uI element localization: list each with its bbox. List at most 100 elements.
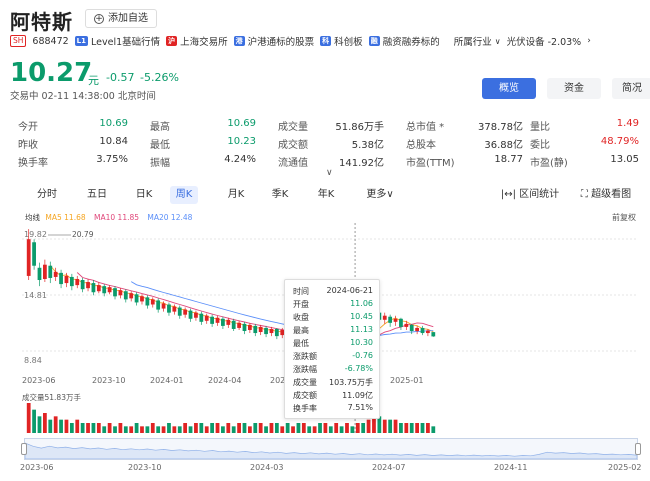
candle-body (177, 307, 182, 316)
tag-3[interactable]: 科科创板 (320, 34, 363, 48)
volume-bar (118, 423, 123, 433)
volume-bar (247, 426, 252, 433)
chevron-down-icon: ∨ (494, 36, 501, 46)
tooltip-key: 最低 (293, 339, 309, 348)
ma-legend: 均线 MA5 11.68 MA10 11.85 MA20 12.48 (25, 212, 192, 223)
tag-4[interactable]: 融融资融券标的 (368, 34, 440, 48)
stat-value: 10.84 (99, 136, 128, 147)
tooltip-row: 涨跌额 -0.76 (293, 351, 373, 363)
candle-body (107, 287, 112, 293)
candle-body (199, 313, 204, 322)
period-tab-5[interactable]: 季K (266, 186, 294, 204)
tag-2[interactable]: 港沪港通标的股票 (233, 34, 314, 48)
stat-label: 振幅 (150, 158, 170, 169)
period-tab-7[interactable]: 更多∨ (362, 186, 398, 204)
stat-value: 1.49 (616, 118, 639, 129)
super-chart-button[interactable]: ⛶ 超级看图 (576, 186, 636, 204)
tooltip-key: 成交量 (293, 378, 317, 387)
navigator-series (25, 442, 637, 459)
candle-body (118, 290, 123, 296)
tooltip-key: 涨跌额 (293, 352, 317, 361)
chart-navigator[interactable] (21, 438, 641, 460)
volume-bar (204, 426, 209, 433)
candle-body (274, 328, 279, 337)
tooltip-value: 7.51% (347, 403, 373, 412)
volume-bar (140, 426, 144, 433)
stock-name: 阿特斯 (10, 10, 73, 34)
industry-dropdown[interactable]: 所属行业 ∨ (453, 34, 501, 49)
add-watchlist-label: 添加自选 (108, 13, 148, 24)
navigator-right-handle[interactable] (635, 443, 641, 455)
x-axis-label: 2024-01 (150, 376, 183, 385)
ma10-legend: MA10 11.85 (94, 213, 140, 222)
candle-body (37, 267, 42, 281)
y-axis-label: 19.82 (24, 230, 47, 239)
stock-code: 688472 (32, 35, 69, 47)
stat-value: 4.24% (224, 154, 256, 165)
stat-value: 378.78亿 (478, 122, 523, 133)
candle-body (404, 323, 409, 327)
tag-label: 科创板 (334, 37, 363, 48)
period-tabs: 分时 五日 日K 周K 月K 季K 年K 更多∨ |↔| 区间统计 ⛶ 超级看图 (0, 186, 650, 208)
volume-bar (80, 423, 85, 433)
tooltip-row: 最低 10.30 (293, 338, 373, 350)
stat-label: 量比 (530, 122, 550, 133)
candle-body (264, 327, 268, 335)
candle-body (210, 316, 215, 324)
tooltip-value: 11.13 (350, 325, 373, 334)
stat-label: 市盈(TTM) (406, 158, 455, 169)
volume-bar (361, 423, 366, 433)
navigator-left-handle[interactable] (21, 443, 27, 455)
volume-label: 成交量51.83万手 (22, 392, 81, 402)
stat-label: 成交额 (278, 140, 308, 151)
candle-body (204, 315, 209, 321)
volume-bar (69, 423, 74, 433)
tooltip-key: 最高 (293, 326, 309, 335)
add-watchlist-button[interactable]: + 添加自选 (85, 9, 157, 28)
stat-value: 3.75% (96, 154, 128, 165)
industry-value[interactable]: 光伏设备 -2.03% (507, 34, 582, 48)
ma5-legend: MA5 11.68 (45, 213, 86, 222)
tooltip-value: 10.30 (350, 338, 373, 347)
period-tab-4[interactable]: 月K (222, 186, 250, 204)
volume-bar (280, 426, 285, 433)
period-tab-0[interactable]: 分时 (33, 186, 61, 204)
adjust-mode[interactable]: 前复权 (612, 212, 636, 223)
ma-label: 均线 (25, 213, 40, 222)
candle-body (269, 328, 274, 334)
candle-tooltip: 时间 2024-06-21 开盘 11.06 收盘 10.45 最高 11.13 最低 10.30… (284, 279, 380, 419)
interval-stats-button[interactable]: |↔| 区间统计 (500, 186, 560, 204)
volume-bar (194, 423, 198, 433)
volume-bar (96, 423, 101, 433)
tab-profile[interactable]: 简况 (612, 78, 650, 99)
tag-0[interactable]: L1 Level1基础行情 (74, 34, 160, 48)
volume-bar (167, 423, 171, 433)
exchange-badge: SH (10, 35, 27, 47)
candle-body (221, 318, 225, 326)
period-tab-3[interactable]: 周K (170, 186, 198, 204)
tooltip-value: 10.45 (350, 312, 373, 321)
expand-stats-icon[interactable]: ∨ (326, 168, 333, 178)
x-axis-label: 2025-01 (390, 376, 423, 385)
period-tab-2[interactable]: 日K (130, 186, 158, 204)
tooltip-value: -0.76 (352, 351, 373, 360)
candle-body (26, 239, 31, 276)
period-tab-1[interactable]: 五日 (83, 186, 111, 204)
stat-value: 36.88亿 (484, 140, 523, 151)
tab-summary[interactable]: 概览 (482, 78, 536, 99)
tab-funds[interactable]: 资金 (547, 78, 601, 99)
fullscreen-icon: ⛶ (580, 189, 588, 200)
tag-1[interactable]: 沪上海交易所 (166, 34, 228, 48)
candle-body (409, 324, 414, 332)
period-tab-6[interactable]: 年K (312, 186, 340, 204)
volume-bar (26, 403, 31, 433)
y-axis-label: 14.81 (24, 291, 47, 300)
volume-bar (345, 423, 349, 433)
tooltip-key: 成交额 (293, 391, 317, 400)
industry-label: 所属行业 (453, 37, 492, 48)
volume-bar (129, 426, 134, 433)
candle-body (388, 316, 393, 323)
volume-bar (366, 419, 371, 433)
plus-icon: + (94, 13, 104, 24)
volume-bar (431, 426, 436, 433)
